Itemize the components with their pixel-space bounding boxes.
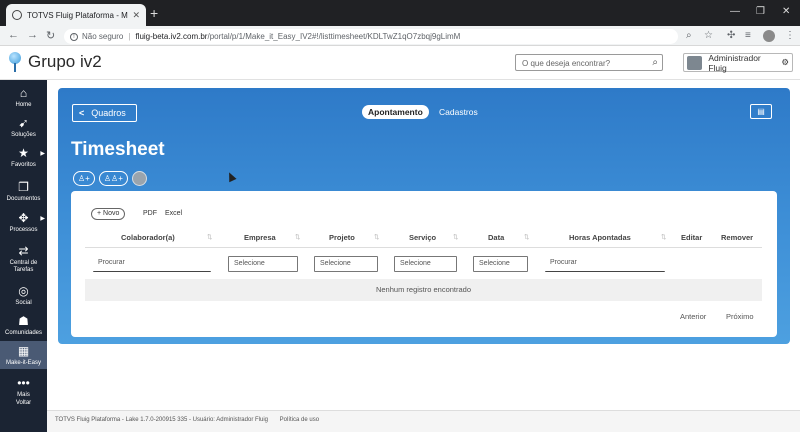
col-colaborador[interactable]: Colaborador(a) bbox=[121, 233, 175, 242]
col-data[interactable]: Data bbox=[488, 233, 504, 242]
col-remover: Remover bbox=[721, 233, 754, 242]
user-photo-icon[interactable] bbox=[131, 171, 147, 186]
more-icon: ••• bbox=[17, 376, 30, 390]
back-to-boards-button[interactable]: < Quadros bbox=[72, 104, 137, 122]
data-filter-select[interactable]: Selecione bbox=[473, 256, 528, 272]
bulb-icon bbox=[8, 52, 22, 72]
col-editar: Editar bbox=[681, 233, 703, 242]
forward-arrow-icon[interactable]: → bbox=[27, 29, 38, 41]
warning-icon: ! bbox=[70, 32, 78, 41]
add-group-icon[interactable]: ♙♙+ bbox=[98, 171, 128, 186]
security-warning: Não seguro bbox=[82, 32, 124, 41]
sidebar-item-documentos[interactable]: ❐ Documentos bbox=[0, 180, 47, 202]
url-host: fluig-beta.iv2.com.br bbox=[135, 32, 208, 41]
back-arrow-icon[interactable]: ← bbox=[8, 29, 19, 41]
sidebar-item-home[interactable]: ⌂ Home bbox=[0, 86, 47, 108]
rocket-icon: ➹ bbox=[18, 116, 29, 130]
community-icon: ☗ bbox=[18, 314, 29, 328]
app-header: Grupo iv2 bbox=[0, 46, 800, 80]
brand-name: Grupo iv2 bbox=[28, 52, 102, 71]
user-avatar bbox=[687, 55, 703, 70]
make-it-easy-icon: ▦ bbox=[17, 344, 30, 358]
page-title: Timesheet bbox=[71, 139, 165, 160]
col-servico[interactable]: Serviço bbox=[409, 233, 436, 242]
export-excel-link[interactable]: Excel bbox=[165, 210, 182, 217]
col-projeto[interactable]: Projeto bbox=[329, 233, 355, 242]
gear-icon[interactable]: ⚙ bbox=[781, 57, 789, 68]
tab-cadastros[interactable]: Cadastros bbox=[439, 105, 478, 119]
policy-link[interactable]: Política de uso bbox=[280, 417, 319, 423]
sort-icon[interactable]: ⇅ bbox=[453, 233, 458, 241]
report-icon[interactable]: ▤ bbox=[750, 104, 772, 119]
chevron-left-icon: < bbox=[79, 108, 85, 118]
sidebar-item-mais[interactable]: ••• Mais bbox=[0, 376, 47, 398]
brand-logo[interactable]: Grupo iv2 bbox=[8, 52, 102, 72]
search-input[interactable]: O que deseja encontrar? ⌕ bbox=[515, 54, 663, 71]
servico-filter-select[interactable]: Selecione bbox=[394, 256, 457, 272]
sort-icon[interactable]: ⇅ bbox=[374, 233, 379, 241]
new-tab-button[interactable]: + bbox=[150, 5, 158, 21]
tab-apontamento[interactable]: Apontamento bbox=[362, 105, 429, 119]
export-pdf-link[interactable]: PDF bbox=[143, 210, 157, 217]
maximize-icon[interactable]: ❐ bbox=[756, 6, 765, 17]
home-icon: ⌂ bbox=[19, 86, 28, 100]
sidebar-item-central-de-tarefas[interactable]: ⇄ Central de Tarefas bbox=[0, 244, 47, 274]
sidebar-item-favoritos[interactable]: ★ Favoritos ▶ bbox=[0, 146, 47, 168]
sidebar-item-social[interactable]: ◎ Social bbox=[0, 284, 47, 306]
chevron-right-icon: ▶ bbox=[40, 216, 45, 222]
sort-icon[interactable]: ⇅ bbox=[295, 233, 300, 241]
col-empresa[interactable]: Empresa bbox=[244, 233, 276, 242]
url-path: /portal/p/1/Make_it_Easy_IV2#!/listtimes… bbox=[207, 32, 461, 41]
previous-page-link[interactable]: Anterior bbox=[680, 312, 706, 321]
profile-avatar[interactable] bbox=[763, 30, 775, 42]
tab-title: TOTVS Fluig Plataforma - Make-it bbox=[27, 10, 128, 20]
chat-icon: ◎ bbox=[18, 284, 29, 298]
address-bar: ← → ↻ ! Não seguro | fluig-beta.iv2.com.… bbox=[0, 26, 800, 46]
horas-filter-input[interactable]: Procurar bbox=[545, 256, 665, 272]
projeto-filter-select[interactable]: Selecione bbox=[314, 256, 378, 272]
sidebar-item-voltar[interactable]: Voltar bbox=[0, 400, 47, 406]
sidebar-item-solucoes[interactable]: ➹ Soluções bbox=[0, 116, 47, 138]
media-icon[interactable]: ≡ bbox=[745, 30, 751, 41]
minimize-icon[interactable]: — bbox=[730, 6, 740, 17]
sidebar-item-comunidades[interactable]: ☗ Comunidades bbox=[0, 314, 47, 336]
sort-icon[interactable]: ⇅ bbox=[207, 233, 212, 241]
browser-menu-icon[interactable]: ⋮ bbox=[785, 30, 795, 41]
empresa-filter-select[interactable]: Selecione bbox=[228, 256, 298, 272]
next-page-link[interactable]: Próximo bbox=[726, 312, 754, 321]
browser-tab[interactable]: TOTVS Fluig Plataforma - Make-it ✕ bbox=[6, 4, 146, 26]
browser-tabbar: TOTVS Fluig Plataforma - Make-it ✕ + — ❐… bbox=[0, 0, 800, 26]
col-horas[interactable]: Horas Apontadas bbox=[569, 233, 631, 242]
user-menu-button[interactable]: Administrador Fluig ⚙ bbox=[683, 52, 793, 73]
add-user-icon[interactable]: ♙+ bbox=[73, 171, 95, 186]
search-icon[interactable]: ⌕ bbox=[652, 57, 658, 68]
sort-icon[interactable]: ⇅ bbox=[661, 233, 666, 241]
documents-icon: ❐ bbox=[18, 180, 29, 194]
close-tab-icon[interactable]: ✕ bbox=[132, 10, 140, 21]
colaborador-filter-input[interactable]: Procurar bbox=[93, 256, 211, 272]
chevron-right-icon: ▶ bbox=[40, 151, 45, 157]
header-divider bbox=[85, 247, 762, 248]
bookmark-star-icon[interactable]: ☆ bbox=[704, 30, 713, 41]
empty-message: Nenhum registro encontrado bbox=[85, 279, 762, 301]
extensions-icon[interactable]: ✣ bbox=[727, 30, 735, 41]
tasks-icon: ⇄ bbox=[18, 244, 29, 258]
action-icons: ♙+ ♙♙+ bbox=[73, 171, 151, 186]
search-placeholder: O que deseja encontrar? bbox=[522, 59, 611, 68]
sort-icon[interactable]: ⇅ bbox=[524, 233, 529, 241]
sidebar-item-processos[interactable]: ✥ Processos ▶ bbox=[0, 211, 47, 233]
close-window-icon[interactable]: ✕ bbox=[782, 6, 790, 17]
zoom-search-icon[interactable]: ⌕ bbox=[686, 30, 692, 41]
footer-version: TOTVS Fluig Plataforma - Lake 1.7.0-2009… bbox=[55, 417, 268, 423]
url-field[interactable]: ! Não seguro | fluig-beta.iv2.com.br /po… bbox=[64, 29, 678, 44]
user-name: Administrador Fluig bbox=[708, 52, 761, 73]
footer: TOTVS Fluig Plataforma - Lake 1.7.0-2009… bbox=[47, 410, 800, 432]
favicon-icon bbox=[12, 10, 22, 20]
new-record-button[interactable]: + Novo bbox=[91, 208, 126, 220]
reload-icon[interactable]: ↻ bbox=[46, 29, 55, 42]
sidebar-item-make-it-easy[interactable]: ▦ Make-it-Easy bbox=[0, 341, 47, 369]
